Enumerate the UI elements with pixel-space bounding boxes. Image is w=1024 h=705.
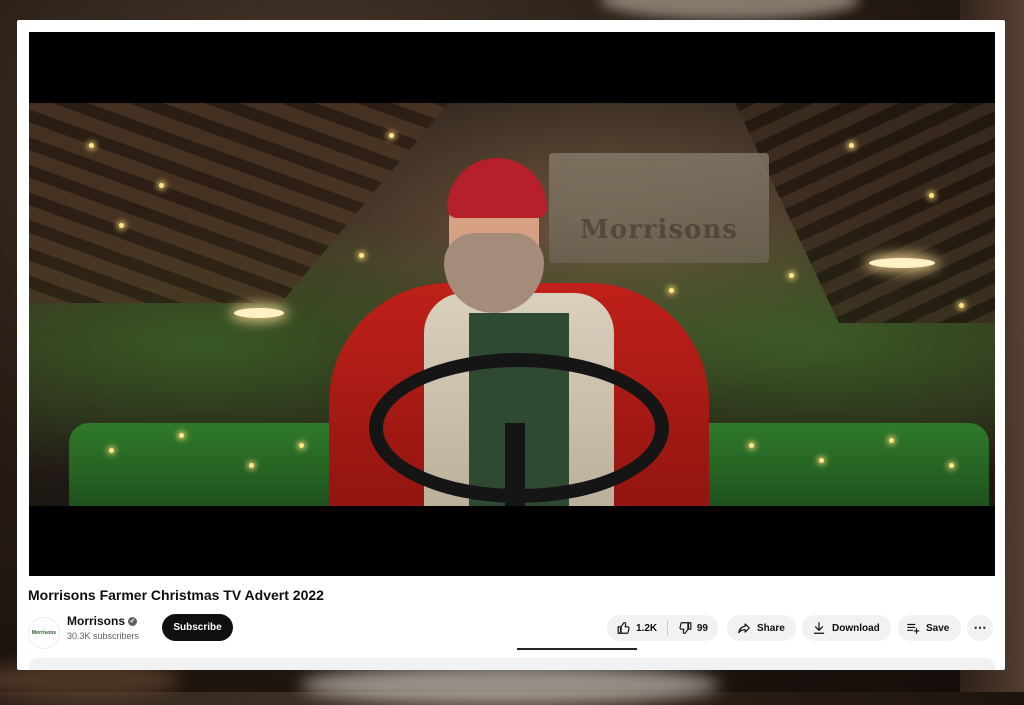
thumbs-down-icon — [678, 621, 692, 635]
fairy-light — [109, 448, 114, 453]
channel-logo-text: Morrisons — [31, 630, 57, 636]
fairy-light — [359, 253, 364, 258]
barn-roof-right — [735, 103, 995, 323]
hanging-lamp — [869, 258, 935, 268]
dislike-count: 99 — [696, 622, 708, 634]
fairy-light — [389, 133, 394, 138]
fairy-light — [249, 463, 254, 468]
like-count: 1.2K — [636, 622, 658, 634]
fairy-light — [949, 463, 954, 468]
scroll-indicator — [517, 648, 637, 650]
download-icon — [812, 621, 826, 635]
channel-avatar[interactable]: Morrisons — [28, 617, 60, 649]
hanging-lamp — [234, 308, 284, 318]
channel-name[interactable]: Morrisons — [67, 614, 125, 628]
channel-name-row[interactable]: Morrisons ✓ — [67, 614, 138, 628]
morrisons-sign: Morrisons — [549, 153, 769, 263]
more-actions-button[interactable]: ⋯ — [967, 615, 993, 641]
tractor-left — [69, 423, 369, 506]
description-box-top[interactable] — [29, 658, 995, 670]
thumbs-up-icon — [617, 621, 631, 635]
fairy-light — [849, 143, 854, 148]
save-button[interactable]: Save — [898, 615, 961, 641]
barn-roof-left — [29, 103, 449, 303]
steering-column — [505, 423, 525, 506]
fairy-light — [819, 458, 824, 463]
download-label: Download — [832, 622, 880, 634]
video-frame[interactable]: Morrisons — [29, 103, 995, 506]
like-button[interactable]: 1.2K — [607, 615, 667, 641]
fairy-light — [179, 433, 184, 438]
more-icon: ⋯ — [973, 620, 987, 635]
like-dislike-group: 1.2K 99 — [607, 615, 718, 641]
fairy-light — [929, 193, 934, 198]
sign-text: Morrisons — [580, 215, 738, 245]
download-button[interactable]: Download — [802, 615, 891, 641]
fairy-light — [959, 303, 964, 308]
fairy-light — [159, 183, 164, 188]
subscriber-count: 30.3K subscribers — [67, 631, 140, 641]
subscribe-button[interactable]: Subscribe — [162, 614, 233, 641]
fairy-light — [299, 443, 304, 448]
tractor-right — [689, 423, 989, 506]
fairy-light — [669, 288, 674, 293]
video-player[interactable]: Morrisons — [29, 32, 995, 576]
farmer-christmas-hat — [447, 158, 547, 218]
share-button[interactable]: Share — [727, 615, 796, 641]
dislike-button[interactable]: 99 — [668, 615, 718, 641]
fairy-light — [749, 443, 754, 448]
share-arrow-icon — [737, 621, 751, 635]
video-card: Morrisons Morrisons Farmer Christmas TV … — [17, 20, 1005, 670]
verified-check-icon: ✓ — [128, 616, 138, 626]
fairy-light — [889, 438, 894, 443]
fairy-light — [119, 223, 124, 228]
fairy-light — [789, 273, 794, 278]
fairy-light — [89, 143, 94, 148]
playlist-add-icon — [906, 621, 920, 635]
video-title: Morrisons Farmer Christmas TV Advert 202… — [28, 587, 324, 603]
share-label: Share — [757, 622, 785, 634]
save-label: Save — [926, 622, 950, 634]
